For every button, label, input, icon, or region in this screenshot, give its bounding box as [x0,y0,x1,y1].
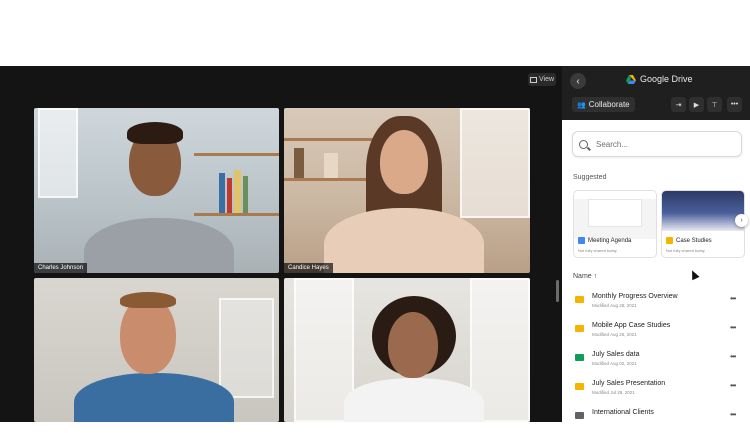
body [344,378,484,422]
file-name: Mobile App Case Studies [592,322,671,329]
split-view-button[interactable]: ⇥ [671,97,686,112]
video-tile-1[interactable]: Charles Johnson [34,108,279,273]
search-placeholder: Search... [596,139,629,149]
slides-thumbnail [662,191,744,231]
video-tile-2[interactable]: Candice Hayes [284,108,530,273]
window [219,298,274,398]
people-icon: 👥 [577,101,586,109]
book [219,173,225,213]
shelf [284,138,374,141]
file-modified: Modified Aug 28, 2021 [592,303,637,308]
shelf [194,153,279,156]
doc-preview [588,199,642,227]
collaborate-button[interactable]: 👥 Collaborate [572,97,635,112]
suggested-next-button[interactable]: › [735,214,748,227]
sheets-icon [575,354,584,361]
head [388,312,438,378]
file-row[interactable]: Monthly Progress Overview Modified Aug 2… [572,293,742,317]
view-button[interactable]: View [528,73,556,86]
more-icon[interactable]: ••• [730,410,736,419]
head [380,130,428,194]
window [38,108,78,198]
pin-icon: ⊤ [711,101,718,109]
slides-icon [575,383,584,390]
file-row[interactable]: July Sales data Modified Aug 02, 2021 ••… [572,351,742,375]
suggested-card-1[interactable]: Meeting Agenda Not fully shared today [573,190,657,258]
grid-icon [529,76,537,83]
chevron-left-icon: ‹ [576,75,580,87]
window [460,108,530,218]
slides-icon [575,325,584,332]
participant-name: Candice Hayes [284,263,333,273]
shelf [194,213,279,216]
card-subtitle: Not fully shared today [666,248,705,253]
youtube-icon: ▶ [693,101,700,109]
youtube-button[interactable]: ▶ [689,97,704,112]
more-options-button[interactable]: ••• [727,97,742,112]
body [74,373,234,422]
view-label: View [538,76,555,83]
file-row[interactable]: International Clients ••• [572,409,742,433]
more-icon[interactable]: ••• [730,381,736,390]
card-title-text: Meeting Agenda [588,237,632,244]
panel-title: Google Drive [626,74,693,84]
suggested-card-2[interactable]: Case Studies Not fully shared today [661,190,745,258]
more-icon[interactable]: ••• [730,323,736,332]
book [227,178,232,213]
body [84,218,234,273]
file-row[interactable]: Mobile App Case Studies Modified Aug 26,… [572,322,742,346]
file-row[interactable]: July Sales Presentation Modified Jul 28,… [572,380,742,404]
more-icon[interactable]: ••• [730,352,736,361]
panel-resize-handle[interactable] [556,280,559,302]
card-subtitle: Not fully shared today [578,248,617,253]
body [324,208,484,273]
doc-thumbnail [574,199,656,239]
shelf [284,178,374,181]
suggested-label: Suggested [573,174,607,181]
name-sort-header[interactable]: Name ↑ [573,273,597,280]
back-button[interactable]: ‹ [570,73,586,89]
docs-icon [578,237,585,244]
file-name: July Sales Presentation [592,380,666,387]
folder-icon [575,412,584,419]
collaborate-label: Collaborate [588,100,630,109]
book [294,148,304,178]
slides-icon [575,296,584,303]
card-title: Case Studies [666,237,712,244]
book [234,170,241,213]
video-tile-4[interactable] [284,278,530,422]
video-tile-3[interactable] [34,278,279,422]
chevron-right-icon: › [740,217,743,224]
hair [120,292,176,308]
card-title: Meeting Agenda [578,237,631,244]
split-icon: ⇥ [675,101,682,109]
file-modified: Modified Aug 26, 2021 [592,332,637,337]
pin-button[interactable]: ⊤ [707,97,722,112]
file-modified: Modified Jul 28, 2021 [592,390,635,395]
google-drive-icon [626,74,636,84]
hair [127,122,183,144]
panel-title-text: Google Drive [640,74,693,84]
more-icon: ••• [730,101,739,108]
book [243,176,248,213]
search-icon [579,139,588,149]
book [324,153,338,178]
file-name: International Clients [592,409,654,416]
file-modified: Modified Aug 02, 2021 [592,361,637,366]
drive-panel [562,120,750,422]
participant-name: Charles Johnson [34,263,88,273]
slides-icon [666,237,673,244]
search-input[interactable]: Search... [572,131,742,157]
file-name: Monthly Progress Overview [592,293,678,300]
card-title-text: Case Studies [676,237,712,244]
file-name: July Sales data [592,351,640,358]
more-icon[interactable]: ••• [730,294,736,303]
